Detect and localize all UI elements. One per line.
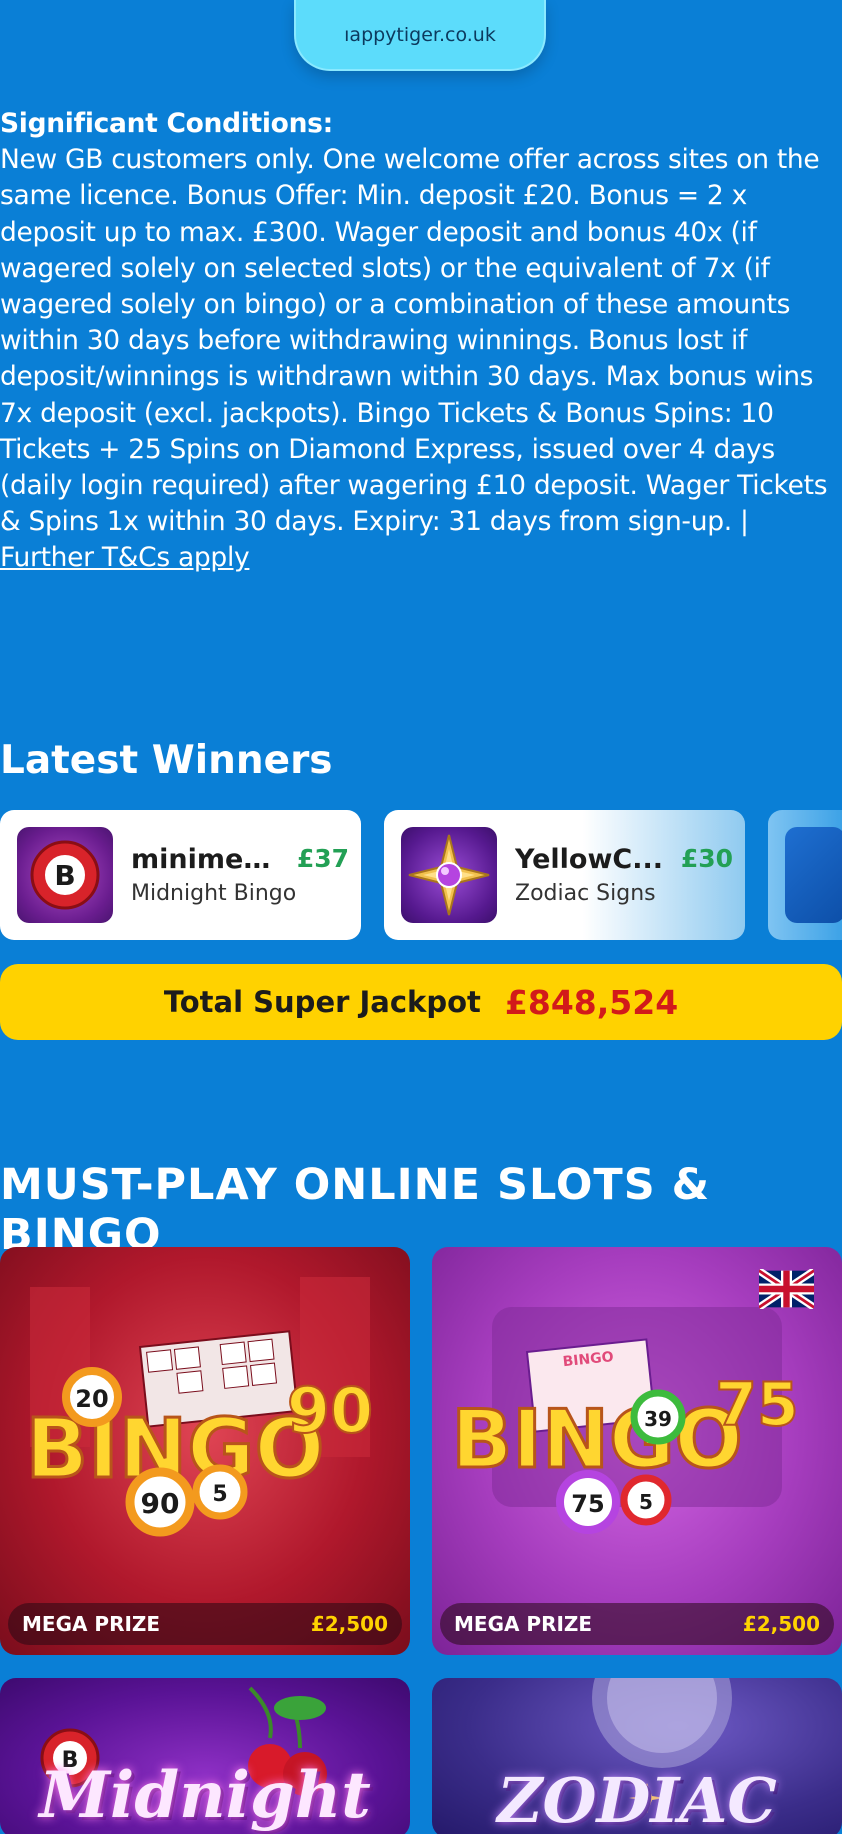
prize-label: MEGA PRIZE xyxy=(454,1612,593,1636)
svg-text:90: 90 xyxy=(141,1487,180,1520)
game-tile-bingo-75[interactable]: BINGO BINGO 75 39 75 5 MEGA PRIZE £2,500 xyxy=(432,1247,842,1655)
zodiac-title: ZODIAC xyxy=(497,1764,777,1834)
svg-text:39: 39 xyxy=(644,1407,672,1431)
jackpot-value: £848,524 xyxy=(504,982,679,1022)
svg-text:5: 5 xyxy=(212,1482,227,1507)
winner-game: Zodiac Signs xyxy=(515,881,656,906)
further-tcs-link[interactable]: Further T&Cs apply xyxy=(0,542,250,573)
winners-carousel[interactable]: B minime1... £37 Midnight Bingo YellowC.… xyxy=(0,810,842,940)
winner-name: minime1... xyxy=(131,844,281,875)
prize-value: £2,500 xyxy=(310,1612,388,1636)
svg-text:B: B xyxy=(54,859,75,892)
must-play-title: Must-Play Online Slots & Bingo xyxy=(0,1160,711,1260)
winner-card-partial[interactable] xyxy=(768,810,842,940)
winner-card[interactable]: B minime1... £37 Midnight Bingo xyxy=(0,810,361,940)
game-tile-bingo-90[interactable]: BINGO 90 20 90 5 MEGA PRIZE £2,500 xyxy=(0,1247,410,1655)
uk-flag-icon xyxy=(759,1269,814,1309)
site-url-text: ıappytiger.co.uk xyxy=(344,23,496,46)
winner-amount: £37 xyxy=(296,844,349,873)
game-thumbnail xyxy=(785,827,842,923)
significant-conditions: Significant Conditions: New GB customers… xyxy=(0,106,842,577)
bingo-ball-icon: B xyxy=(17,827,113,923)
game-tile-midnight[interactable]: B Midnight xyxy=(0,1678,410,1834)
site-url-pill[interactable]: ıappytiger.co.uk xyxy=(294,0,546,71)
midnight-title: Midnight xyxy=(39,1758,371,1833)
mega-prize-bar: MEGA PRIZE £2,500 xyxy=(8,1603,402,1645)
latest-winners-title: Latest Winners xyxy=(0,738,333,783)
winner-game: Midnight Bingo xyxy=(131,881,297,906)
conditions-title: Significant Conditions: xyxy=(0,108,333,139)
winner-name: YellowC... xyxy=(515,844,663,875)
conditions-body: New GB customers only. One welcome offer… xyxy=(0,144,828,538)
jackpot-label: Total Super Jackpot xyxy=(163,985,481,1019)
mega-prize-bar: MEGA PRIZE £2,500 xyxy=(440,1603,834,1645)
winner-amount: £30 xyxy=(680,844,733,873)
svg-text:90: 90 xyxy=(287,1374,373,1447)
svg-text:75: 75 xyxy=(571,1490,604,1518)
svg-text:5: 5 xyxy=(639,1490,653,1514)
svg-text:20: 20 xyxy=(75,1385,108,1413)
bingo-90-artwork: BINGO 90 20 90 5 xyxy=(24,1277,374,1537)
star-gem-icon xyxy=(401,827,497,923)
game-tile-zodiac[interactable]: ZODIAC xyxy=(432,1678,842,1834)
prize-value: £2,500 xyxy=(742,1612,820,1636)
prize-label: MEGA PRIZE xyxy=(22,1612,161,1636)
winner-card[interactable]: YellowC... £30 Zodiac Signs xyxy=(384,810,745,940)
svg-text:75: 75 xyxy=(715,1370,799,1440)
super-jackpot-bar[interactable]: Total Super Jackpot £848,524 xyxy=(0,964,842,1040)
